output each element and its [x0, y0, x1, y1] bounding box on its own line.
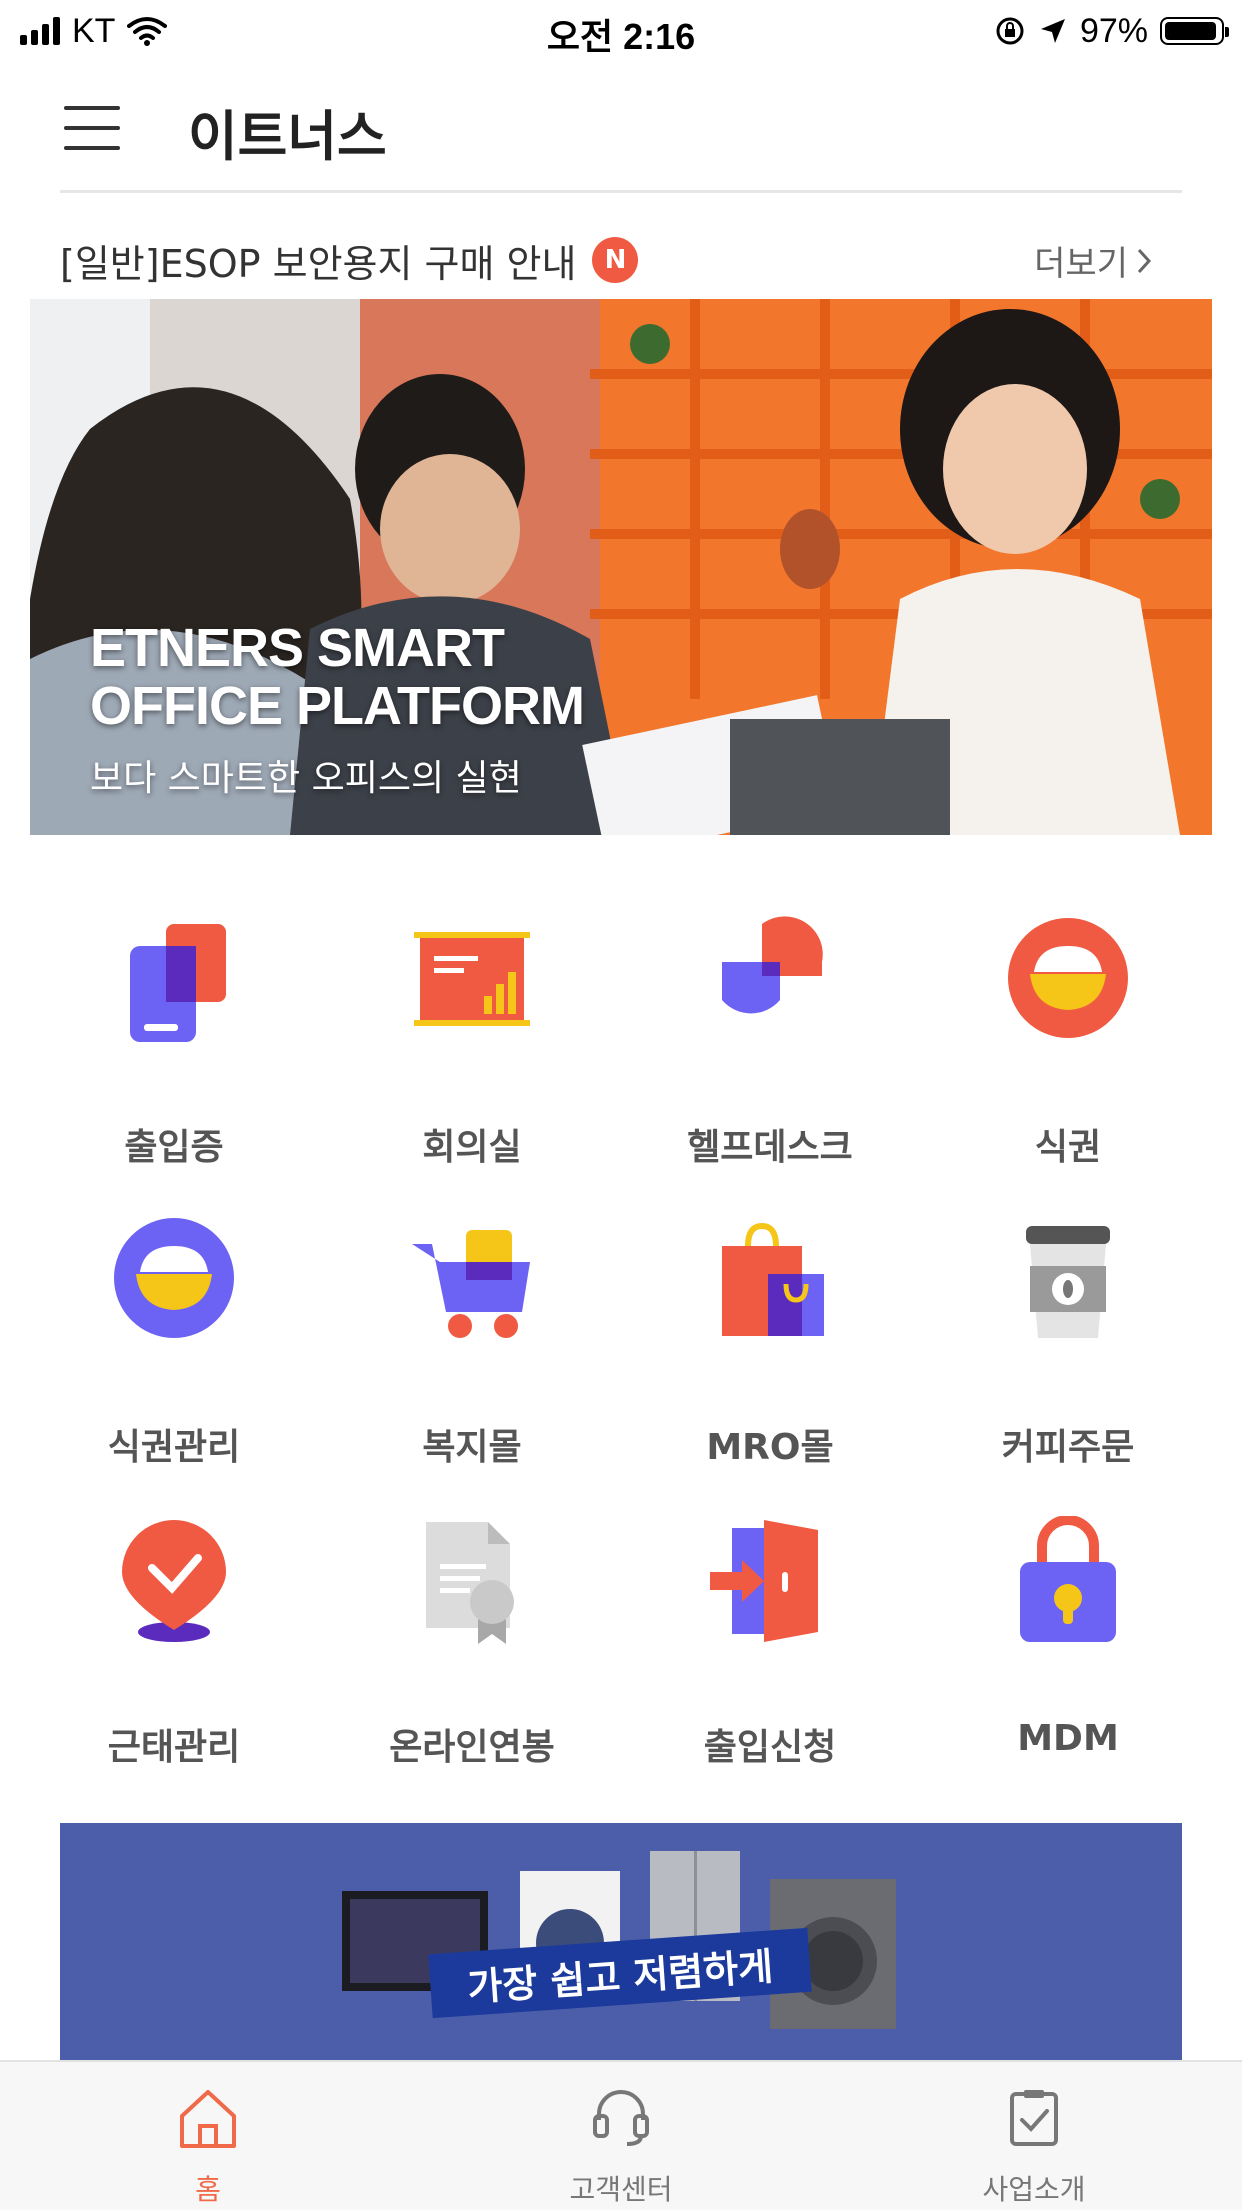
hamburger-menu-button[interactable]: [60, 100, 124, 156]
shopping-cart-icon: [412, 1230, 530, 1338]
menu-label: MRO몰: [706, 1427, 834, 1468]
header-divider: [60, 190, 1182, 193]
menu-item-online-salary[interactable]: 온라인연봉: [322, 1516, 622, 1796]
meeting-room-icon: [414, 932, 530, 1026]
meal-ticket-icon: [1008, 918, 1128, 1038]
menu-item-coffee-order[interactable]: 커피주문: [918, 1216, 1218, 1496]
tab-label: 고객센터: [569, 2173, 673, 2206]
chevron-right-icon: [1137, 248, 1152, 273]
menu-item-attendance[interactable]: 근태관리: [24, 1516, 324, 1796]
tab-label: 사업소개: [982, 2173, 1086, 2206]
attendance-icon: [122, 1520, 226, 1642]
menu-item-mro-mall[interactable]: MRO몰: [620, 1216, 920, 1496]
entry-request-icon: [710, 1520, 818, 1642]
menu-item-meal-ticket[interactable]: 식권: [918, 916, 1218, 1196]
home-icon: [180, 2090, 236, 2148]
menu-label: 온라인연봉: [389, 1727, 555, 1768]
menu-item-mdm[interactable]: MDM: [918, 1516, 1218, 1796]
tab-business-intro[interactable]: 사업소개: [884, 2062, 1184, 2210]
bottom-tab-bar: 홈 고객센터 사업소개: [0, 2060, 1242, 2210]
shopping-bag-icon: [722, 1222, 824, 1336]
rotation-lock-icon: [996, 17, 1024, 45]
app-header: 이트너스: [0, 62, 1242, 192]
menu-label: 근태관리: [107, 1727, 241, 1768]
notice-bar[interactable]: [일반]ESOP 보안용지 구매 안내 N 더보기: [60, 230, 1182, 290]
tab-label: 홈: [195, 2173, 221, 2206]
headset-icon: [593, 2090, 649, 2146]
menu-item-meeting-room[interactable]: 회의실: [322, 916, 622, 1196]
menu-label: 헬프데스크: [687, 1127, 853, 1168]
menu-label: 커피주문: [1001, 1427, 1135, 1468]
location-arrow-icon: [1040, 19, 1065, 43]
salary-document-icon: [426, 1522, 514, 1644]
banner-headline-1: ETNERS SMART: [90, 618, 505, 678]
menu-item-meal-ticket-manage[interactable]: 식권관리: [24, 1216, 324, 1496]
battery-percent: 97%: [1079, 11, 1148, 50]
menu-label: 출입증: [124, 1127, 224, 1168]
checklist-icon: [1010, 2090, 1058, 2146]
access-card-icon: [130, 924, 226, 1042]
menu-label: 출입신청: [703, 1727, 837, 1768]
menu-label: 회의실: [422, 1127, 522, 1168]
menu-label: 식권관리: [107, 1427, 241, 1468]
menu-label: 식권: [1034, 1127, 1102, 1168]
battery-icon: [1160, 17, 1229, 45]
tab-customer-center[interactable]: 고객센터: [471, 2062, 771, 2210]
lock-icon: [1020, 1516, 1116, 1642]
banner-headline-2: OFFICE PLATFORM: [90, 676, 585, 736]
hero-banner[interactable]: ETNERS SMART OFFICE PLATFORM 보다 스마트한 오피스…: [30, 299, 1212, 835]
banner-subtitle: 보다 스마트한 오피스의 실현: [90, 758, 522, 799]
new-badge: N: [592, 237, 639, 283]
menu-item-entry-request[interactable]: 출입신청: [620, 1516, 920, 1796]
more-link[interactable]: 더보기: [1034, 236, 1152, 285]
menu-item-welfare-mall[interactable]: 복지몰: [322, 1216, 622, 1496]
menu-label: MDM: [1017, 1718, 1119, 1759]
status-bar: KT 오전 2:16 97%: [0, 0, 1242, 62]
tab-home[interactable]: 홈: [58, 2062, 358, 2210]
helpdesk-icon: [722, 916, 823, 1014]
menu-item-access-card[interactable]: 출입증: [24, 916, 324, 1196]
more-label[interactable]: 더보기: [1034, 236, 1128, 285]
meal-ticket-manage-icon: [114, 1218, 234, 1338]
status-right: 97%: [994, 8, 1229, 54]
promo-banner[interactable]: 가장 쉽고 저렴하게: [60, 1823, 1182, 2063]
page-title: 이트너스: [188, 105, 387, 168]
coffee-cup-icon: [1026, 1226, 1110, 1338]
notice-title[interactable]: [일반]ESOP 보안용지 구매 안내: [60, 233, 576, 288]
menu-label: 복지몰: [422, 1427, 522, 1468]
banner-text: ETNERS SMART OFFICE PLATFORM 보다 스마트한 오피스…: [90, 618, 585, 801]
menu-item-helpdesk[interactable]: 헬프데스크: [620, 916, 920, 1196]
